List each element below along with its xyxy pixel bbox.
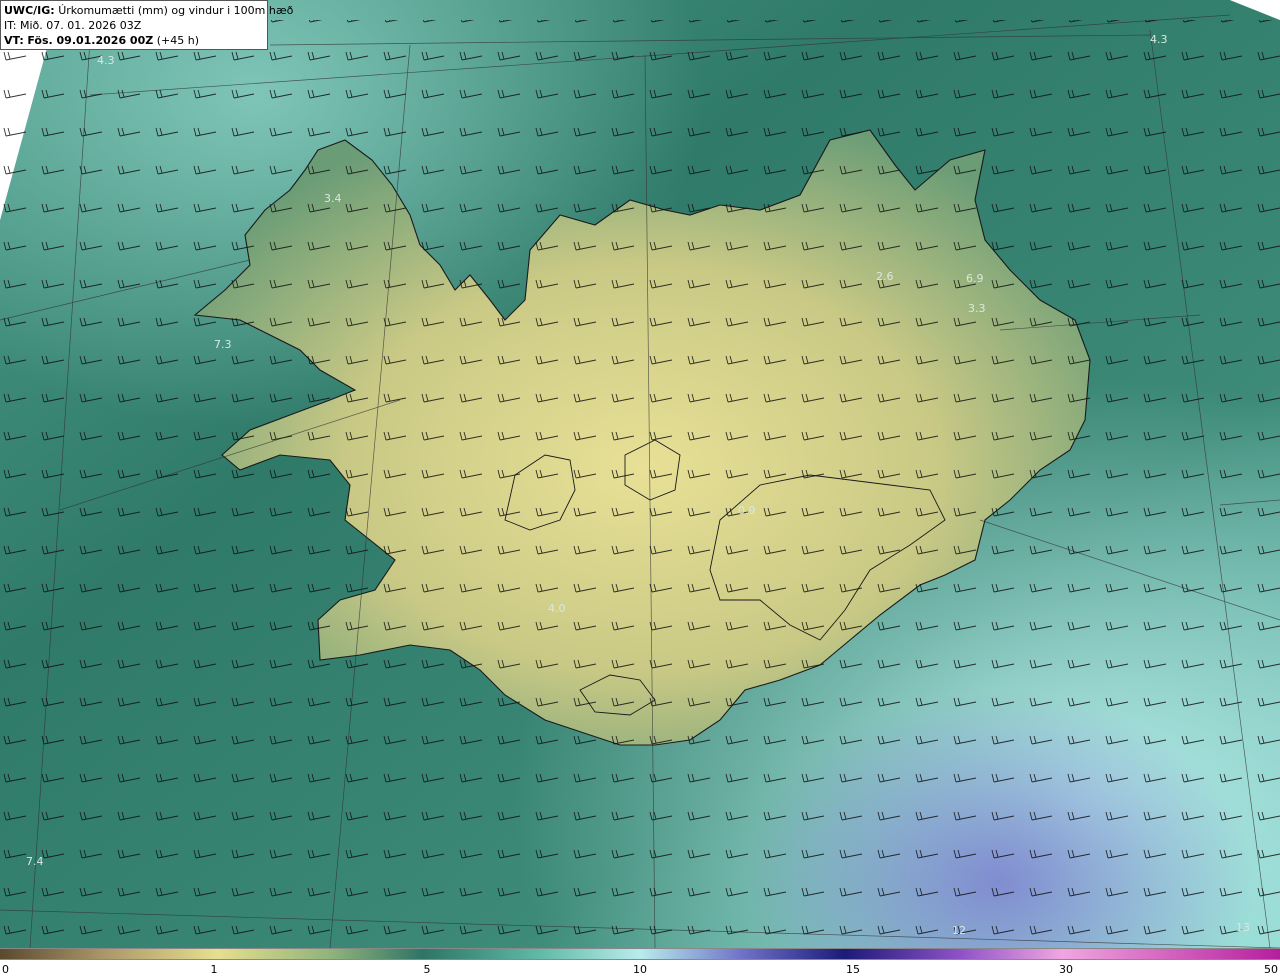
valid-time: Fös. 09.01.2026 00Z	[27, 34, 154, 47]
map-label: 6.9	[966, 272, 984, 285]
colorbar-tick: 50	[1264, 963, 1278, 976]
map-label: 4.0	[548, 602, 566, 615]
initial-time: IT: Mið. 07. 01. 2026 03Z	[4, 19, 142, 32]
map-canvas: 4.3 4.3 3.4 7.3 2.6 6.9 3.3 0.9 4.0 7.4 …	[0, 0, 1280, 948]
map-label: 7.3	[214, 338, 232, 351]
map-label: 12	[952, 924, 966, 937]
colorbar-ticks: 0 1 5 10 15 30 50	[0, 960, 1280, 978]
colorbar-tick: 15	[846, 963, 860, 976]
map-label: 3.4	[324, 192, 342, 205]
wind-barbs	[0, 20, 1280, 948]
map-label: 4.3	[97, 54, 115, 67]
colorbar-tick: 10	[633, 963, 647, 976]
map-label: 3.3	[968, 302, 986, 315]
map-label: 0.9	[738, 504, 756, 517]
colorbar-tick: 1	[210, 963, 218, 976]
valid-time-label: VT:	[4, 34, 24, 47]
colorbar-tick: 30	[1059, 963, 1073, 976]
forecast-map: 4.3 4.3 3.4 7.3 2.6 6.9 3.3 0.9 4.0 7.4 …	[0, 0, 1280, 948]
colorbar-tick: 5	[423, 963, 431, 976]
map-label: 13	[1236, 921, 1250, 934]
valid-time-line: VT: Fös. 09.01.2026 00Z (+45 h)	[4, 33, 264, 48]
map-label: 7.4	[26, 855, 44, 868]
map-label: 2.6	[876, 270, 894, 283]
precip-colorbar	[0, 948, 1280, 960]
lead-time: (+45 h)	[156, 34, 199, 47]
field-name: Úrkomumætti (mm) og vindur i 100m hæð	[58, 4, 294, 17]
colorbar-tick: 0	[2, 963, 9, 976]
product-line: UWC/IG: Úrkomumætti (mm) og vindur i 100…	[4, 3, 293, 18]
forecast-info-box: UWC/IG: Úrkomumætti (mm) og vindur i 100…	[0, 0, 293, 50]
map-label: 4.3	[1150, 33, 1168, 46]
product-name: UWC/IG:	[4, 4, 55, 17]
